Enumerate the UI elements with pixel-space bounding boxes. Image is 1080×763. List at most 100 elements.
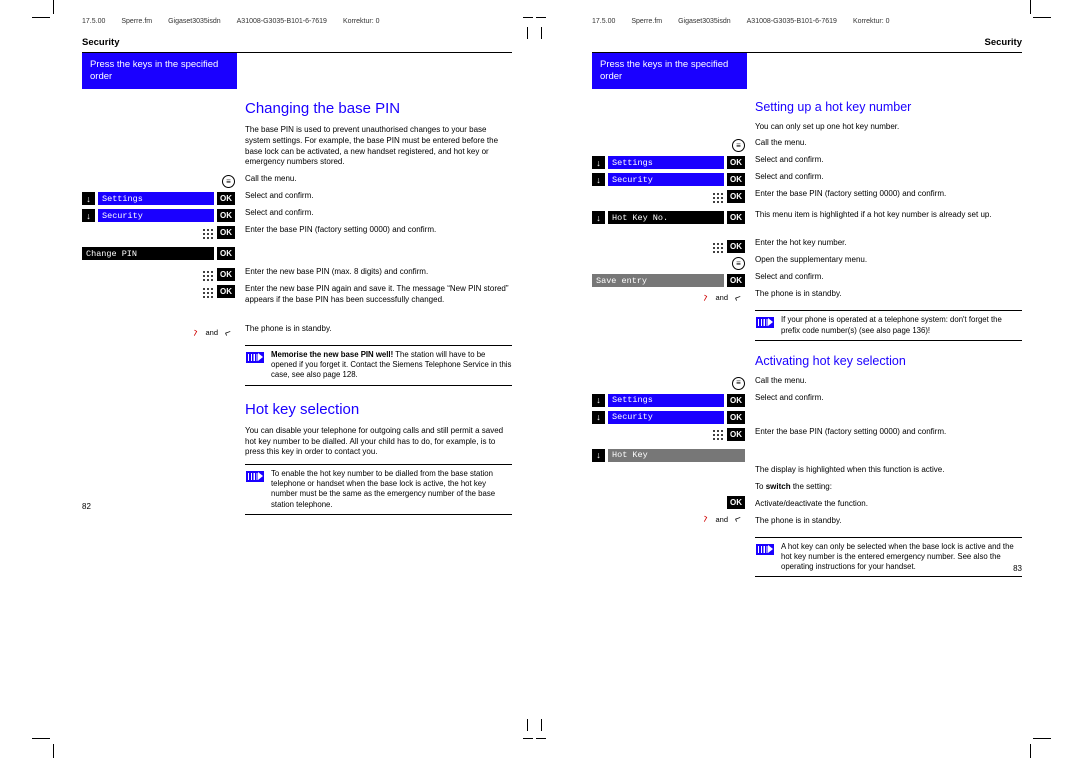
step-text: Select and confirm. — [755, 393, 1022, 408]
handset-icon: ⌐ — [729, 289, 747, 307]
hdr-file: Sperre.fm — [121, 18, 152, 25]
step-text: Select and confirm. — [755, 155, 1022, 170]
topic-changing-base-pin: Changing the base PIN — [245, 99, 512, 119]
keypad-icon — [710, 240, 724, 254]
note-block: A hot key can only be selected when the … — [755, 537, 1022, 577]
and-label: and — [715, 293, 728, 302]
step-text: Select and confirm. — [245, 208, 512, 223]
keypad-icon — [200, 226, 214, 240]
step-text: Activate/deactivate the function. — [755, 499, 1022, 514]
intro-text: The base PIN is used to prevent unauthor… — [245, 125, 512, 168]
step-text: Call the menu. — [245, 174, 512, 189]
hdr-doc: A31008-G3035-B101-6-7619 — [747, 18, 837, 25]
subtopic-setup-hotkey: Setting up a hot key number — [755, 99, 1022, 116]
step-text: The phone is in standby. — [755, 289, 1022, 304]
menu-icon: ≡ — [732, 257, 745, 270]
keypad-icon — [200, 268, 214, 282]
note-text: Memorise the new base PIN well! The stat… — [271, 350, 512, 380]
ok-key: OK — [727, 173, 745, 186]
hdr-date: 17.5.00 — [592, 18, 615, 25]
ok-key: OK — [217, 268, 235, 281]
handset-icon: ⌐ — [729, 510, 747, 528]
keypad-icon — [200, 285, 214, 299]
ok-key: OK — [217, 209, 235, 222]
lcd-security: Security — [608, 411, 724, 424]
lcd-security: Security — [608, 173, 724, 186]
ok-key: OK — [217, 247, 235, 260]
ok-key: OK — [727, 411, 745, 424]
step-text: The phone is in standby. — [755, 516, 1022, 531]
lcd-save-entry: Save entry — [592, 274, 724, 287]
step-text: Enter the hot key number. — [755, 238, 1022, 253]
step-text — [245, 246, 512, 261]
menu-icon: ≡ — [732, 377, 745, 390]
step-text: Call the menu. — [755, 376, 1022, 391]
step-text: Enter the base PIN (factory setting 0000… — [755, 427, 1022, 442]
step-text: Enter the new base PIN again and save it… — [245, 284, 512, 318]
note-text: If your phone is operated at a telephone… — [781, 315, 1022, 335]
ok-key: OK — [727, 428, 745, 441]
ok-key: OK — [727, 394, 745, 407]
keypad-icon — [710, 427, 724, 441]
hdr-doc: A31008-G3035-B101-6-7619 — [237, 18, 327, 25]
page-83: 17.5.00 Sperre.fm Gigaset3035isdn A31008… — [592, 18, 1022, 577]
lcd-hotkey-no: Hot Key No. — [608, 211, 724, 224]
lcd-settings: Settings — [98, 192, 214, 205]
ok-key: OK — [217, 192, 235, 205]
down-arrow-icon: ↓ — [592, 449, 605, 462]
step-text: Enter the base PIN (factory setting 0000… — [755, 189, 1022, 204]
page-header: 17.5.00 Sperre.fm Gigaset3035isdn A31008… — [592, 18, 1022, 31]
page-number: 82 — [82, 502, 91, 511]
and-label: and — [205, 328, 218, 337]
step-text — [755, 448, 1022, 463]
page-header: 17.5.00 Sperre.fm Gigaset3035isdn A31008… — [82, 18, 512, 31]
step-text: Select and confirm. — [755, 172, 1022, 187]
and-label: and — [715, 515, 728, 524]
lcd-security: Security — [98, 209, 214, 222]
instruction-banner: Press the keys in the specified order — [82, 53, 237, 89]
intro-text: You can disable your telephone for outgo… — [245, 426, 512, 458]
menu-icon: ≡ — [732, 139, 745, 152]
end-call-icon: ⌐ — [696, 288, 715, 307]
ok-key: OK — [727, 190, 745, 203]
note-block: If your phone is operated at a telephone… — [755, 310, 1022, 340]
handset-icon: ⌐ — [219, 324, 237, 342]
step-text: To switch the setting: — [755, 482, 1022, 497]
ok-key: OK — [217, 226, 235, 239]
ok-key: OK — [727, 274, 745, 287]
hdr-model: Gigaset3035isdn — [168, 18, 221, 25]
down-arrow-icon: ↓ — [592, 411, 605, 424]
down-arrow-icon: ↓ — [592, 211, 605, 224]
down-arrow-icon: ↓ — [82, 209, 95, 222]
down-arrow-icon: ↓ — [82, 192, 95, 205]
step-text: Enter the new base PIN (max. 8 digits) a… — [245, 267, 512, 282]
step-text: Enter the base PIN (factory setting 0000… — [245, 225, 512, 240]
section-heading: Security — [592, 31, 1022, 53]
intro-text: You can only set up one hot key number. — [755, 122, 1022, 133]
step-text: The display is highlighted when this fun… — [755, 465, 1022, 480]
down-arrow-icon: ↓ — [592, 156, 605, 169]
ok-key: OK — [727, 240, 745, 253]
step-text: The phone is in standby. — [245, 324, 512, 339]
keypad-icon — [710, 190, 724, 204]
hdr-file: Sperre.fm — [631, 18, 662, 25]
hdr-korr: Korrektur: 0 — [343, 18, 380, 25]
step-text: Select and confirm. — [245, 191, 512, 206]
lcd-change-pin: Change PIN — [82, 247, 214, 260]
ok-key: OK — [727, 211, 745, 224]
note-arrow-icon — [246, 471, 264, 482]
section-heading: Security — [82, 31, 512, 53]
page-number: 83 — [1013, 564, 1022, 573]
hdr-date: 17.5.00 — [82, 18, 105, 25]
instruction-banner: Press the keys in the specified order — [592, 53, 747, 89]
note-block: To enable the hot key number to be diall… — [245, 464, 512, 515]
step-text: Call the menu. — [755, 138, 1022, 153]
note-arrow-icon — [756, 544, 774, 555]
note-arrow-icon — [756, 317, 774, 328]
note-block: Memorise the new base PIN well! The stat… — [245, 345, 512, 385]
ok-key: OK — [727, 496, 745, 509]
menu-icon: ≡ — [222, 175, 235, 188]
end-call-icon: ⌐ — [696, 509, 715, 528]
note-text: To enable the hot key number to be diall… — [271, 469, 512, 510]
topic-hot-key-selection: Hot key selection — [245, 400, 512, 420]
